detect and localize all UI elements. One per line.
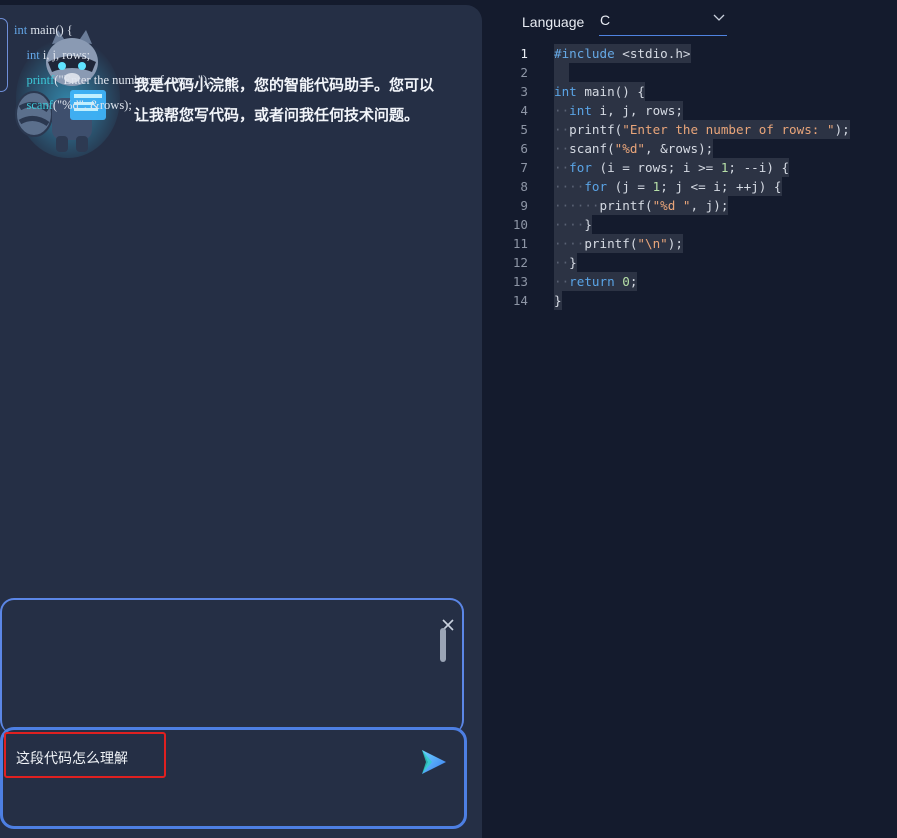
code-line[interactable]: 10 ····} <box>500 215 897 234</box>
code-line[interactable]: 11 ····printf("\n"); <box>500 234 897 253</box>
language-value: C <box>600 12 611 28</box>
line-number: 1 <box>520 46 528 61</box>
code-editor[interactable]: 1 #include <stdio.h> 2 3 int main() { 4 ··int… <box>500 44 897 314</box>
line-number: 13 <box>512 274 528 289</box>
code-text[interactable]: ··printf("Enter the number of rows: "); <box>554 120 850 139</box>
code-line[interactable]: 2 <box>500 63 897 82</box>
quoted-code-line: int i, j, rows; <box>26 48 91 62</box>
code-text[interactable]: ··scanf("%d", &rows); <box>554 139 714 158</box>
line-number: 5 <box>520 122 528 137</box>
code-text[interactable] <box>554 63 570 82</box>
quoted-code-block <box>0 598 464 734</box>
code-text[interactable]: ··} <box>554 253 577 272</box>
send-icon[interactable] <box>418 747 448 777</box>
line-number: 8 <box>520 179 528 194</box>
code-line[interactable]: 12 ··} <box>500 253 897 272</box>
code-line[interactable]: 4 ··int i, j, rows; <box>500 101 897 120</box>
code-text[interactable]: ··int i, j, rows; <box>554 101 683 120</box>
code-text[interactable]: ····for (j = 1; j <= i; ++j) { <box>554 177 782 196</box>
language-label: Language <box>522 14 585 30</box>
line-number: 11 <box>512 236 528 251</box>
code-text[interactable]: ··for (i = rows; i >= 1; --i) { <box>554 158 790 177</box>
code-line[interactable]: 1 #include <stdio.h> <box>500 44 897 63</box>
quoted-code-line: int main() { <box>14 23 73 37</box>
code-line[interactable]: 14} <box>500 291 897 310</box>
chevron-down-icon <box>713 14 725 21</box>
line-number: 3 <box>520 84 528 99</box>
code-line[interactable]: 9 ······printf("%d ", j); <box>500 196 897 215</box>
line-number: 2 <box>520 65 528 80</box>
line-number: 12 <box>512 255 528 270</box>
code-line[interactable]: 13 ··return 0; <box>500 272 897 291</box>
line-number: 10 <box>512 217 528 232</box>
line-number: 7 <box>520 160 528 175</box>
code-line[interactable]: 7 ··for (i = rows; i >= 1; --i) { <box>500 158 897 177</box>
code-line[interactable]: 3 int main() { <box>500 82 897 101</box>
panel-edge-bracket <box>0 18 8 92</box>
quote-scrollbar[interactable] <box>440 628 446 662</box>
code-text[interactable]: ······printf("%d ", j); <box>554 196 729 215</box>
code-text[interactable]: ····printf("\n"); <box>554 234 683 253</box>
code-line[interactable]: 5 ··printf("Enter the number of rows: "); <box>500 120 897 139</box>
quoted-code-line: printf("Enter the number of rows: "); <box>26 73 211 87</box>
code-text[interactable]: int main() { <box>554 82 645 101</box>
language-select[interactable]: C <box>599 8 727 36</box>
line-number: 4 <box>520 103 528 118</box>
code-text[interactable]: } <box>554 291 562 310</box>
highlight-box <box>4 732 166 778</box>
code-text[interactable]: ····} <box>554 215 592 234</box>
quoted-code-line: scanf("%d", &rows); <box>26 98 132 112</box>
line-number: 9 <box>520 198 528 213</box>
code-line[interactable]: 8 ····for (j = 1; j <= i; ++j) { <box>500 177 897 196</box>
code-text[interactable]: ··return 0; <box>554 272 638 291</box>
quoted-code: int main() { int i, j, rows; printf("Ent… <box>14 18 211 118</box>
code-text[interactable]: #include <stdio.h> <box>554 44 691 63</box>
line-number: 14 <box>512 293 528 308</box>
line-number: 6 <box>520 141 528 156</box>
code-line[interactable]: 6 ··scanf("%d", &rows); <box>500 139 897 158</box>
